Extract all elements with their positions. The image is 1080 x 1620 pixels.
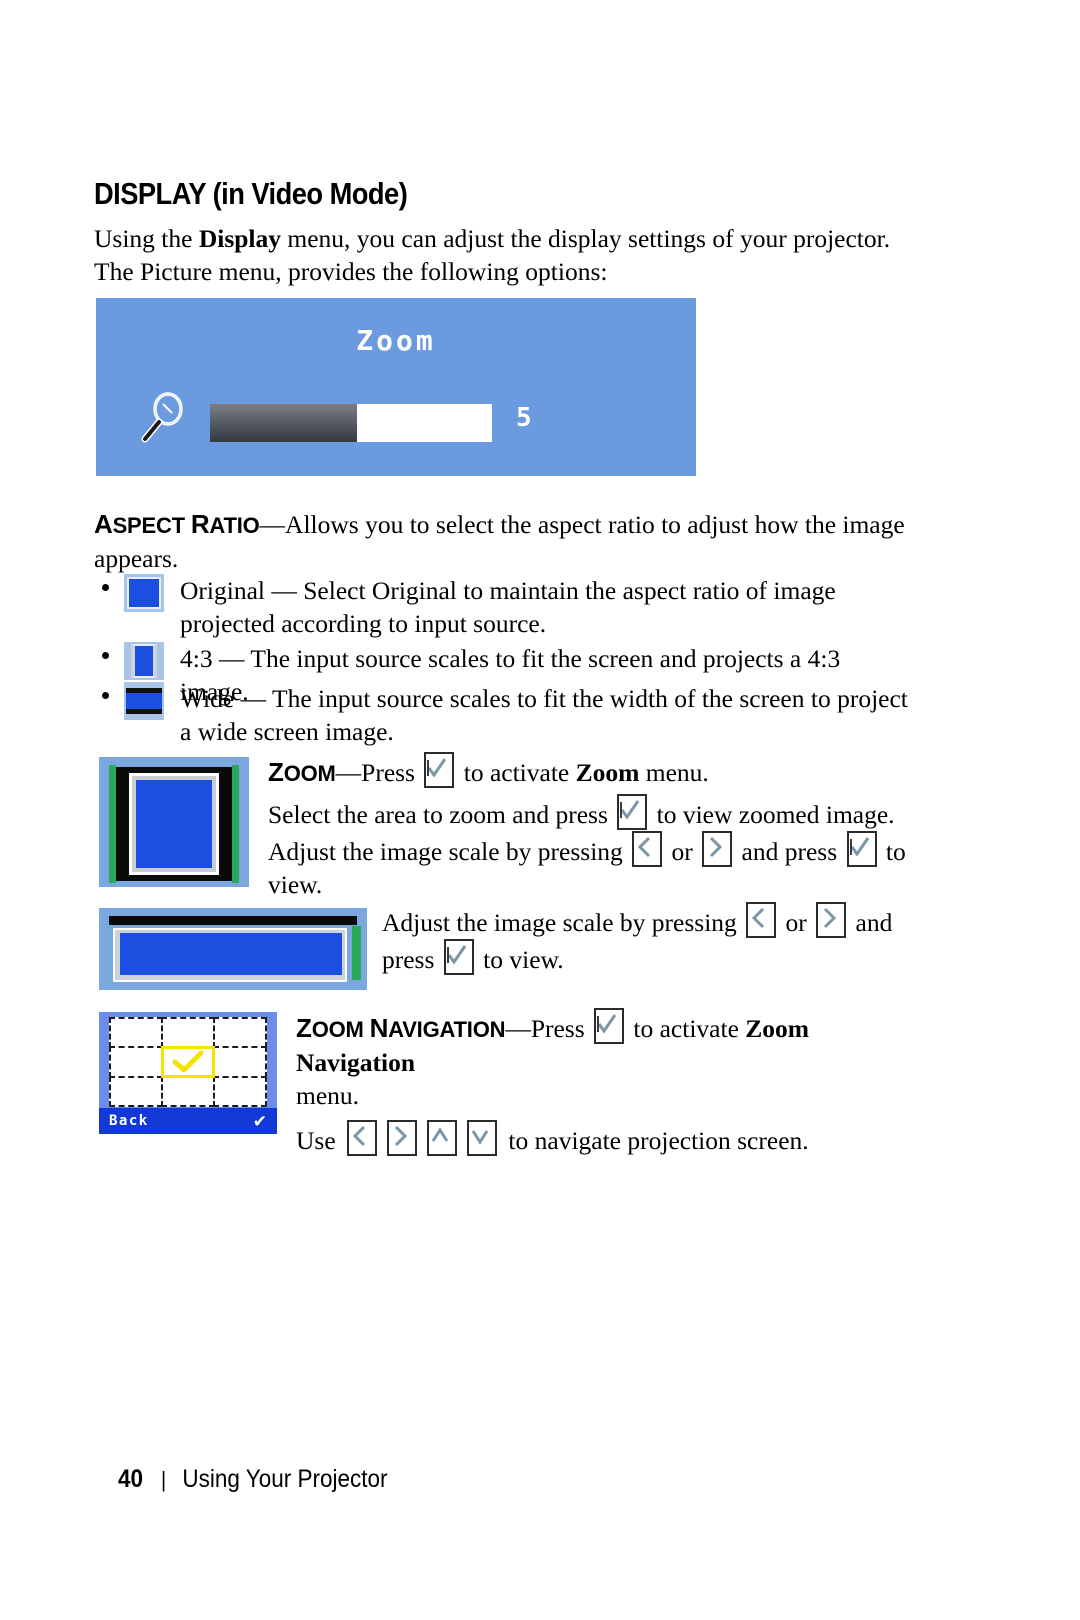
grid-cell[interactable] — [109, 1046, 163, 1078]
zoom-navigation-text: ZOOM NAVIGATION—Press to activate Zoom N… — [296, 1008, 916, 1157]
zoom-navigation-use-end: to navigate projection screen. — [502, 1126, 809, 1155]
zoom-navigation-dash: — — [505, 1014, 531, 1043]
osd-title: Zoom — [356, 324, 436, 357]
zoom-navigation-use-line: Use to navigate projection screen. — [296, 1120, 916, 1157]
zoom-menu-word: menu. — [639, 758, 709, 787]
grid-cell[interactable] — [161, 1075, 215, 1107]
zoom-press-label: Press — [361, 758, 422, 787]
page-title: DISPLAY (in Video Mode) — [94, 176, 408, 211]
page-number: 40 — [118, 1465, 144, 1493]
zoom-term-line: ZOOM—Press to activate Zoom menu. — [268, 752, 908, 790]
osd-zoom-panel: Zoom 5 — [96, 298, 696, 476]
enter-key-icon[interactable] — [846, 831, 877, 867]
projection-screen-4-3-figure — [99, 757, 249, 887]
zoom-dash: — — [335, 758, 362, 787]
aspect-ratio-term: ASPECT RATIO — [94, 509, 260, 539]
bullet-dot — [102, 652, 109, 659]
enter-key-icon[interactable] — [617, 794, 648, 830]
zoom-navigation-grid-figure: Back ✔ — [99, 1012, 277, 1134]
enter-key-icon[interactable] — [443, 939, 474, 975]
grid-cell[interactable] — [161, 1017, 215, 1049]
back-check-icon: ✔ — [252, 1111, 267, 1131]
zoom-adjust-line: Adjust the image scale by pressing or an… — [268, 831, 908, 901]
right-arrow-key-icon[interactable] — [387, 1120, 418, 1156]
zoom-slider[interactable] — [210, 404, 492, 442]
down-arrow-key-icon[interactable] — [467, 1120, 498, 1156]
grid-cell[interactable] — [109, 1017, 163, 1049]
zoom-select-text: Select the area to zoom and press — [268, 800, 615, 829]
bullet-dot — [102, 584, 109, 591]
zoom-adjust-text-b: and press — [735, 837, 844, 866]
page-footer: 40 | Using Your Projector — [118, 1465, 387, 1494]
magnifier-icon — [138, 390, 192, 444]
left-arrow-key-icon[interactable] — [746, 902, 777, 938]
aspect-original-icon — [124, 574, 164, 612]
up-arrow-key-icon[interactable] — [427, 1120, 458, 1156]
projection-screen-wide-figure — [99, 908, 367, 990]
zoom-adjust-or: or — [665, 837, 700, 866]
navigation-grid — [109, 1017, 267, 1107]
document-page: DISPLAY (in Video Mode) Using the Displa… — [0, 0, 1080, 1620]
grid-cell[interactable] — [109, 1075, 163, 1107]
grid-cell[interactable] — [213, 1017, 267, 1049]
bullet-dot — [102, 692, 109, 699]
aspect-4-3-icon — [124, 642, 164, 680]
zoom-bold-word: Zoom — [575, 758, 640, 787]
zoom-term: ZOOM — [268, 757, 336, 787]
aspect-wide-icon — [124, 682, 164, 720]
right-arrow-key-icon[interactable] — [816, 902, 847, 938]
footer-title: Using Your Projector — [182, 1465, 388, 1493]
footer-separator: | — [161, 1467, 167, 1492]
wide-adjust-text-a: Adjust the image scale by pressing — [382, 908, 744, 937]
list-item-label: Wide — The input source scales to fit th… — [180, 684, 908, 746]
list-item: Original — Select Original to maintain t… — [94, 574, 914, 640]
zoom-slider-fill — [210, 404, 357, 442]
grid-cell[interactable] — [213, 1075, 267, 1107]
grid-cell-selected[interactable] — [161, 1046, 215, 1078]
grid-cell[interactable] — [213, 1046, 267, 1078]
zoom-section-text: ZOOM—Press to activate Zoom menu. Select… — [268, 752, 908, 901]
zoom-select-line: Select the area to zoom and press to vie… — [268, 794, 908, 831]
list-item: Wide — The input source scales to fit th… — [94, 682, 914, 748]
zoom-navigation-term: ZOOM NAVIGATION — [296, 1013, 506, 1043]
intro-text-part1: Using the — [94, 224, 199, 253]
wide-adjust-text: Adjust the image scale by pressing or an… — [382, 902, 902, 976]
wide-adjust-text-end: to view. — [476, 945, 564, 974]
enter-key-icon[interactable] — [594, 1008, 625, 1044]
back-label: Back — [109, 1113, 149, 1129]
aspect-ratio-dash: — — [259, 510, 286, 539]
zoom-navigation-term-line: ZOOM NAVIGATION—Press to activate Zoom N… — [296, 1008, 916, 1079]
intro-paragraph: Using the Display menu, you can adjust t… — [94, 222, 914, 288]
left-arrow-key-icon[interactable] — [347, 1120, 378, 1156]
list-item-label: Original — Select Original to maintain t… — [180, 576, 836, 638]
zoom-select-text-end: to view zoomed image. — [650, 800, 895, 829]
zoom-value: 5 — [516, 403, 532, 433]
zoom-navigation-menu-word: menu. — [296, 1081, 360, 1110]
wide-adjust-or: or — [779, 908, 814, 937]
right-arrow-key-icon[interactable] — [702, 831, 733, 867]
enter-key-icon[interactable] — [424, 752, 455, 788]
aspect-ratio-paragraph: ASPECT RATIO—Allows you to select the as… — [94, 508, 914, 575]
zoom-navigation-use-label: Use — [296, 1126, 343, 1155]
left-arrow-key-icon[interactable] — [632, 831, 663, 867]
zoom-adjust-text-a: Adjust the image scale by pressing — [268, 837, 630, 866]
zoom-navigation-activate: to activate — [627, 1014, 746, 1043]
back-bar[interactable]: Back ✔ — [99, 1108, 277, 1134]
zoom-activate-label: to activate — [457, 758, 576, 787]
intro-bold-display: Display — [198, 224, 282, 253]
zoom-navigation-press: Press — [530, 1014, 592, 1043]
